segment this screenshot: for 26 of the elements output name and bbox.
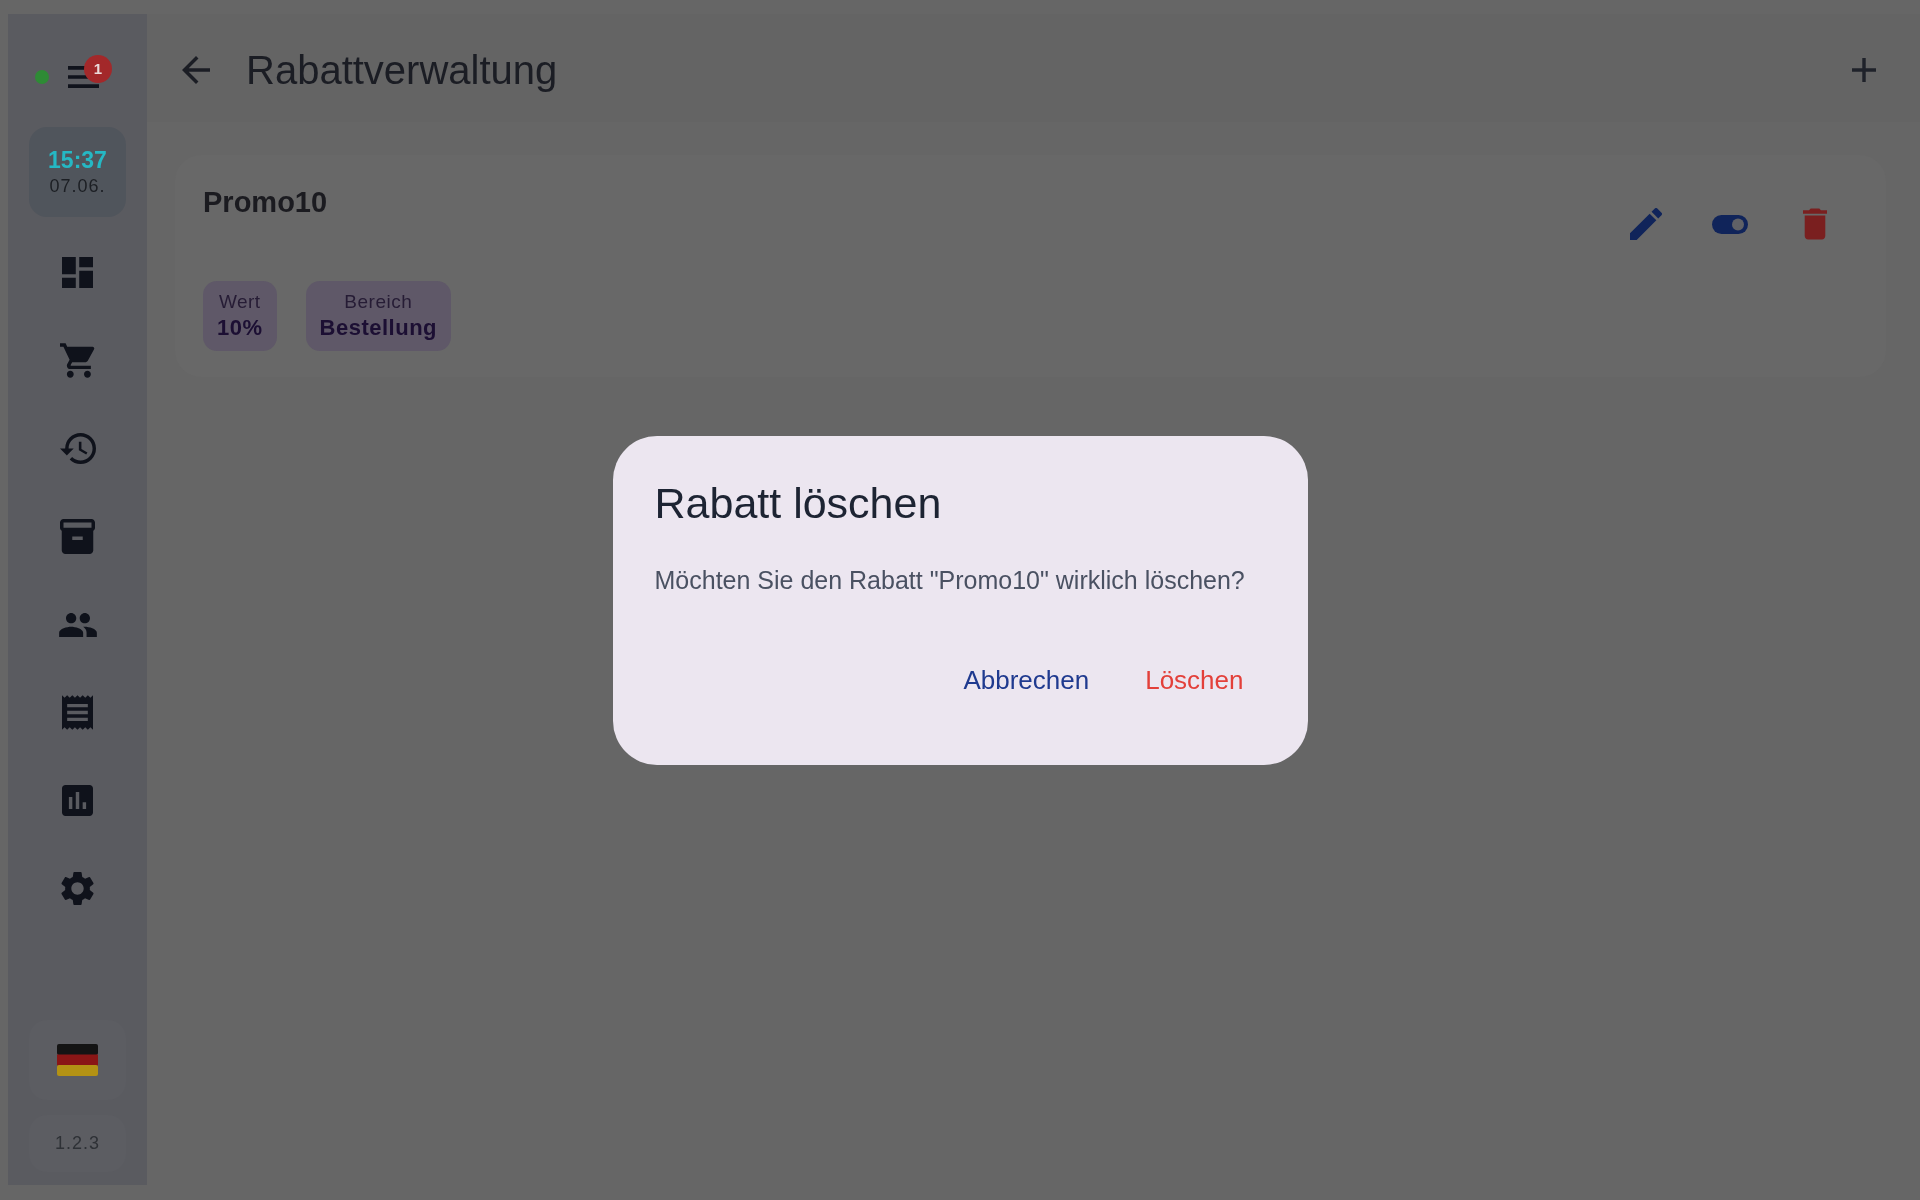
people-icon[interactable] <box>58 612 97 637</box>
shopping-cart-icon[interactable] <box>59 343 96 378</box>
chip-label: Wert <box>218 290 261 314</box>
add-icon[interactable] <box>1852 58 1876 82</box>
edit-icon[interactable] <box>1630 208 1662 240</box>
dashboard-icon[interactable] <box>62 257 93 288</box>
receipt-icon[interactable] <box>62 695 93 730</box>
notification-badge: 1 <box>84 55 112 83</box>
discount-name: Promo10 <box>203 185 329 219</box>
bar-chart-icon[interactable] <box>62 785 93 816</box>
chip-value: 10% <box>217 314 263 342</box>
cancel-button[interactable]: Abbrechen <box>947 656 1106 705</box>
settings-icon[interactable] <box>61 871 94 906</box>
page-title: Rabattverwaltung <box>246 47 558 94</box>
chip-label: Bereich <box>344 290 413 314</box>
clock-time: 15:37 <box>48 146 107 174</box>
back-arrow-icon[interactable] <box>182 56 210 84</box>
archive-box-icon[interactable] <box>60 519 95 554</box>
dialog-message: Möchten Sie den Rabatt "Promo10" wirklich löschen? <box>654 564 1246 596</box>
flag-icon <box>57 1044 98 1076</box>
delete-icon[interactable] <box>1803 208 1827 240</box>
clock-date: 07.06. <box>49 175 106 198</box>
toggle-icon[interactable] <box>1712 214 1748 234</box>
chip-value: Bestellung <box>319 314 437 342</box>
dialog-title: Rabatt löschen <box>654 477 943 528</box>
history-icon[interactable] <box>59 433 96 464</box>
